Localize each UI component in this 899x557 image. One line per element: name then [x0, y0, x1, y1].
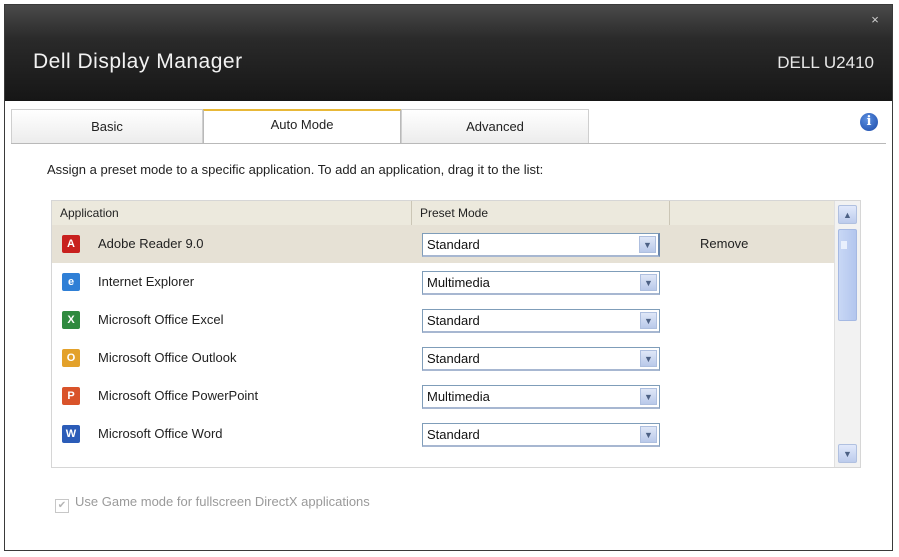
excel-icon: X: [62, 311, 80, 329]
app-window: × Dell Display Manager DELL U2410 Basic …: [4, 4, 893, 551]
chevron-down-icon[interactable]: ▼: [640, 312, 657, 329]
table-row[interactable]: W Microsoft Office Word Standard ▼: [52, 415, 834, 453]
column-header-application[interactable]: Application: [52, 201, 412, 225]
application-table: Application Preset Mode A Adobe Reader 9.…: [51, 200, 861, 468]
chevron-down-icon[interactable]: ▼: [640, 426, 657, 443]
preset-mode-dropdown[interactable]: Standard ▼: [422, 233, 660, 257]
table-row[interactable]: e Internet Explorer Multimedia ▼: [52, 263, 834, 301]
game-mode-label: Use Game mode for fullscreen DirectX app…: [75, 494, 370, 509]
tab-bar: Basic Auto Mode Advanced: [11, 109, 589, 146]
main-content: Basic Auto Mode Advanced i Assign a pres…: [5, 101, 892, 550]
scroll-up-button[interactable]: ▲: [838, 205, 857, 224]
table-row[interactable]: A Adobe Reader 9.0 Standard ▼ Remove: [52, 225, 834, 263]
preset-mode-value: Standard: [427, 237, 480, 252]
preset-mode-value: Standard: [427, 313, 480, 328]
scroll-grip: [841, 241, 847, 249]
close-icon[interactable]: ×: [868, 13, 882, 27]
adobe-reader-icon: A: [62, 235, 80, 253]
column-header-action: [670, 201, 834, 225]
powerpoint-icon: P: [62, 387, 80, 405]
title-bar: × Dell Display Manager DELL U2410: [5, 5, 892, 101]
preset-mode-value: Standard: [427, 351, 480, 366]
application-name: Microsoft Office Excel: [98, 312, 224, 327]
preset-mode-value: Multimedia: [427, 275, 490, 290]
preset-mode-dropdown[interactable]: Standard ▼: [422, 347, 660, 371]
preset-mode-dropdown[interactable]: Standard ▼: [422, 309, 660, 333]
tab-advanced[interactable]: Advanced: [401, 109, 589, 143]
scroll-down-button[interactable]: ▼: [838, 444, 857, 463]
chevron-down-icon[interactable]: ▼: [640, 388, 657, 405]
table-header: Application Preset Mode: [52, 201, 834, 226]
monitor-model: DELL U2410: [777, 53, 874, 72]
table-row[interactable]: P Microsoft Office PowerPoint Multimedia ▼: [52, 377, 834, 415]
outlook-icon: O: [62, 349, 80, 367]
preset-mode-value: Standard: [427, 427, 480, 442]
chevron-down-icon[interactable]: ▼: [640, 274, 657, 291]
vertical-scrollbar[interactable]: ▲ ▼: [834, 201, 860, 467]
auto-mode-panel: Assign a preset mode to a specific appli…: [11, 143, 886, 544]
tab-auto-mode[interactable]: Auto Mode: [203, 109, 401, 146]
application-name: Microsoft Office PowerPoint: [98, 388, 259, 403]
application-name: Microsoft Office Word: [98, 426, 223, 441]
remove-button[interactable]: Remove: [700, 236, 748, 251]
internet-explorer-icon: e: [62, 273, 80, 291]
preset-mode-dropdown[interactable]: Multimedia ▼: [422, 385, 660, 409]
application-name: Adobe Reader 9.0: [98, 236, 204, 251]
table-row[interactable]: O Microsoft Office Outlook Standard ▼: [52, 339, 834, 377]
app-title: Dell Display Manager: [33, 50, 243, 73]
table-body: A Adobe Reader 9.0 Standard ▼ Remove e Interne…: [52, 225, 834, 453]
instructions-text: Assign a preset mode to a specific appli…: [47, 162, 544, 177]
application-name: Microsoft Office Outlook: [98, 350, 237, 365]
game-mode-option[interactable]: ✔ Use Game mode for fullscreen DirectX ap…: [55, 494, 370, 513]
game-mode-checkbox[interactable]: ✔: [55, 499, 69, 513]
preset-mode-dropdown[interactable]: Standard ▼: [422, 423, 660, 447]
chevron-down-icon[interactable]: ▼: [640, 350, 657, 367]
word-icon: W: [62, 425, 80, 443]
tab-basic[interactable]: Basic: [11, 109, 203, 143]
column-header-preset-mode[interactable]: Preset Mode: [412, 201, 670, 225]
application-name: Internet Explorer: [98, 274, 195, 289]
table-row[interactable]: X Microsoft Office Excel Standard ▼: [52, 301, 834, 339]
preset-mode-value: Multimedia: [427, 389, 490, 404]
chevron-down-icon[interactable]: ▼: [639, 236, 656, 253]
info-icon[interactable]: i: [860, 113, 878, 131]
preset-mode-dropdown[interactable]: Multimedia ▼: [422, 271, 660, 295]
